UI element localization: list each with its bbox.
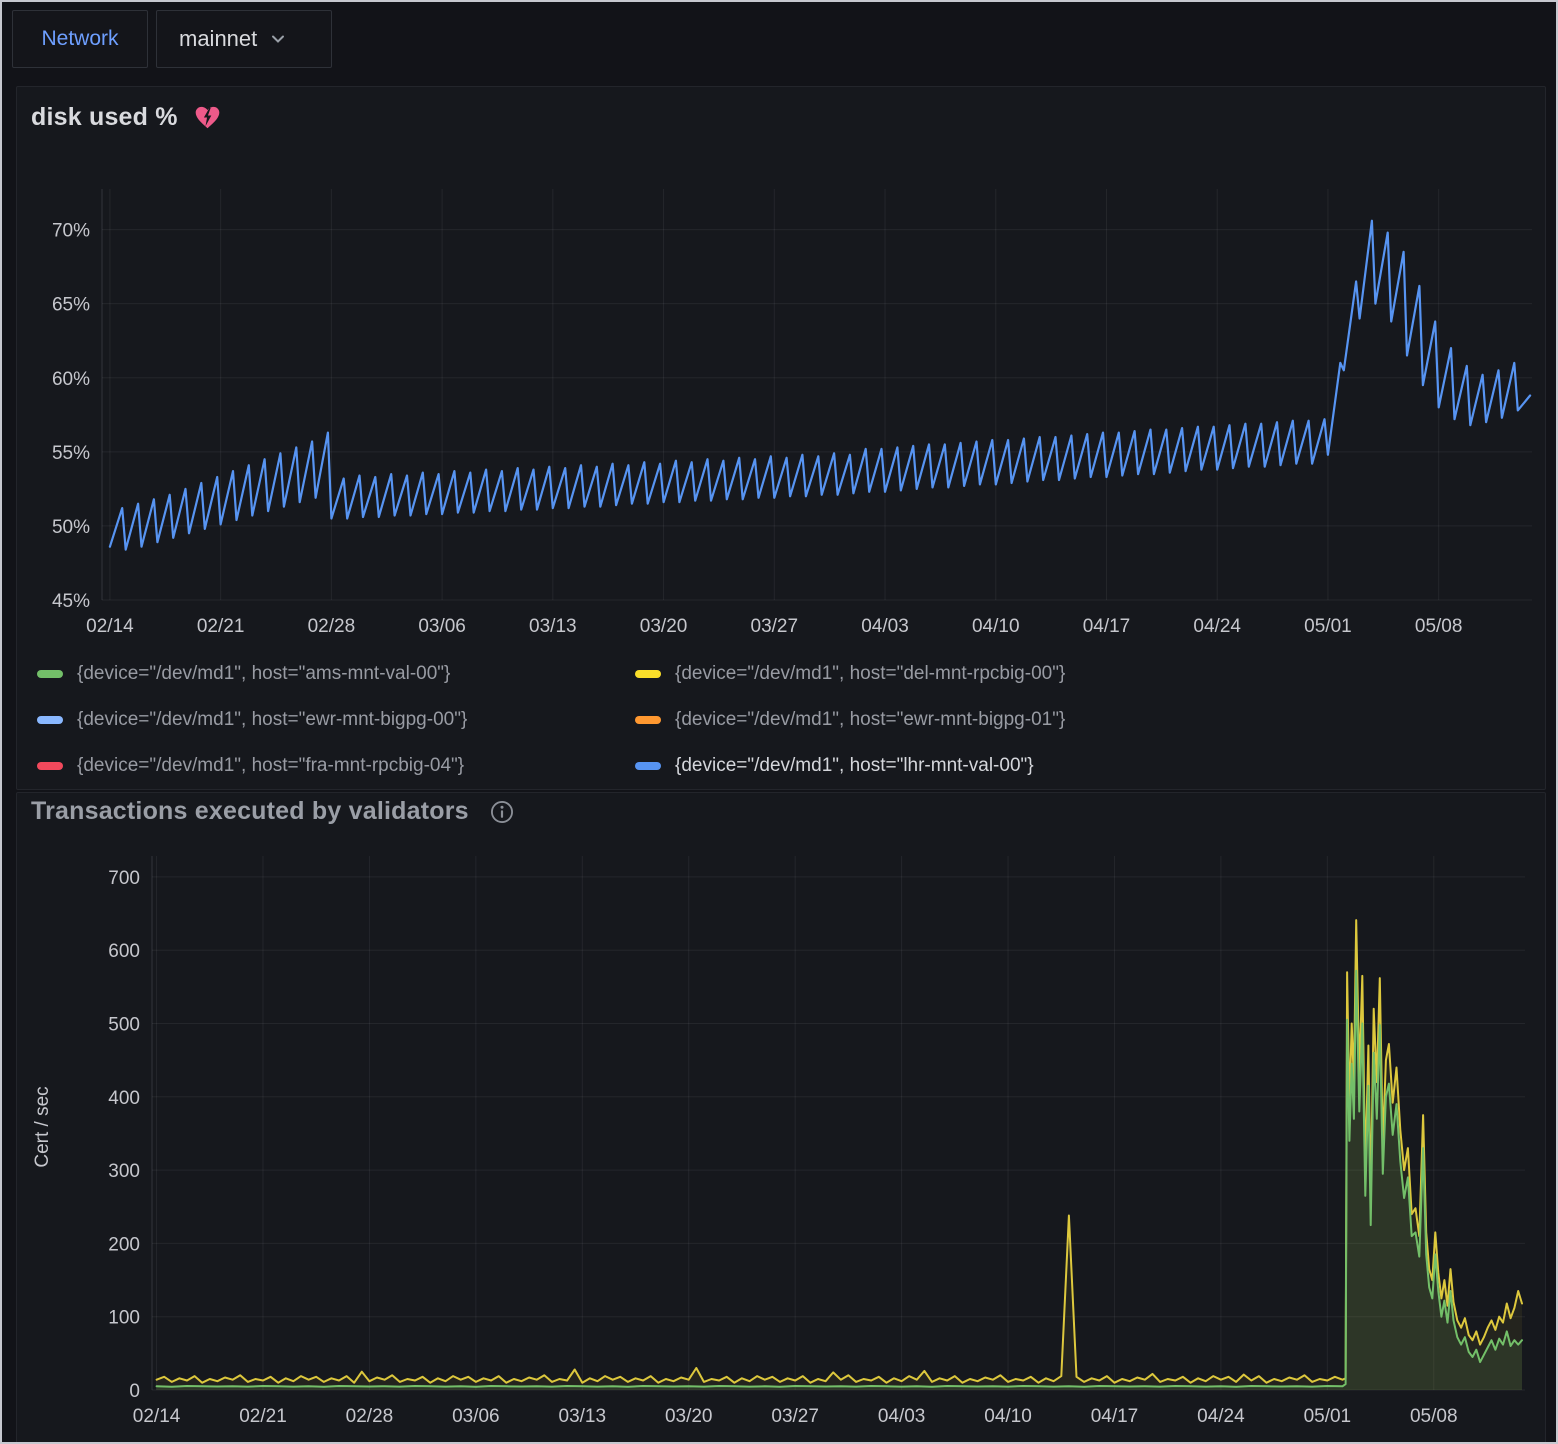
y-axis-title: Cert / sec (32, 1086, 53, 1167)
series-area-green (157, 971, 1522, 1390)
x-axis-tick-label: 05/01 (1304, 616, 1352, 637)
y-axis-tick-label: 50% (52, 517, 90, 538)
x-axis-tick-label: 03/20 (665, 1406, 713, 1427)
x-axis-tick-label: 03/27 (751, 616, 799, 637)
x-axis-tick-label: 02/21 (239, 1406, 287, 1427)
x-axis-tick-label: 04/24 (1193, 616, 1241, 637)
y-axis-tick-label: 55% (52, 443, 90, 464)
series-area-yellow (157, 920, 1522, 1390)
transactions-chart[interactable]: 0 100 200 300 400 500 600 700 02/14 02/21 02/28 03/… (32, 856, 1525, 1427)
x-axis-tick-label: 03/06 (452, 1406, 500, 1427)
x-axis-tick-label: 04/03 (861, 616, 909, 637)
x-axis-tick-label: 04/03 (878, 1406, 926, 1427)
x-axis-tick-label: 03/06 (418, 616, 466, 637)
x-axis-tick-label: 03/27 (771, 1406, 819, 1427)
x-axis-tick-label: 02/14 (86, 616, 134, 637)
y-axis-tick-label: 70% (52, 221, 90, 242)
y-axis-tick-label: 500 (108, 1015, 140, 1036)
x-axis-tick-label: 03/13 (529, 616, 577, 637)
gridlines (102, 189, 1532, 600)
series-line-yellow (157, 920, 1522, 1383)
charts-canvas: 45%50%55%60%65%70%02/1402/2102/2803/0603… (2, 2, 1558, 1444)
x-axis-tick-label: 05/08 (1415, 616, 1463, 637)
x-axis-tick-label: 03/20 (640, 616, 688, 637)
y-axis-tick-label: 200 (108, 1234, 140, 1255)
y-axis-tick-label: 45% (52, 591, 90, 612)
x-axis-tick-label: 04/10 (984, 1406, 1032, 1427)
gridlines (152, 856, 1525, 1390)
x-axis-tick-label: 04/17 (1091, 1406, 1139, 1427)
grafana-dashboard: Network mainnet disk used % {device="/de… (0, 0, 1558, 1444)
x-axis-tick-label: 04/17 (1083, 616, 1131, 637)
y-axis-tick-label: 700 (108, 868, 140, 889)
x-axis-tick-label: 04/10 (972, 616, 1020, 637)
x-axis-tick-label: 02/28 (308, 616, 356, 637)
disk-used-chart[interactable]: 45% 50% 55% 60% 65% 70% 02/14 02/21 02/28 03/06 03… (52, 189, 1532, 637)
y-axis-tick-label: 300 (108, 1161, 140, 1182)
x-axis-tick-label: 02/21 (197, 616, 245, 637)
y-axis-tick-label: 65% (52, 295, 90, 316)
series-line-green (157, 971, 1522, 1387)
y-axis-tick-label: 400 (108, 1088, 140, 1109)
x-axis-tick-label: 03/13 (559, 1406, 607, 1427)
series-line--device-dev-md1-host-lhr-mnt-val-00- (110, 221, 1530, 550)
y-axis-tick-label: 0 (129, 1381, 140, 1402)
x-axis-tick-label: 05/01 (1304, 1406, 1352, 1427)
y-axis-tick-label: 600 (108, 941, 140, 962)
x-axis-tick-label: 02/14 (133, 1406, 181, 1427)
x-axis-tick-label: 02/28 (346, 1406, 394, 1427)
y-axis-tick-label: 100 (108, 1308, 140, 1329)
y-axis-tick-label: 60% (52, 369, 90, 390)
x-axis-tick-label: 05/08 (1410, 1406, 1458, 1427)
x-axis-tick-label: 04/24 (1197, 1406, 1245, 1427)
